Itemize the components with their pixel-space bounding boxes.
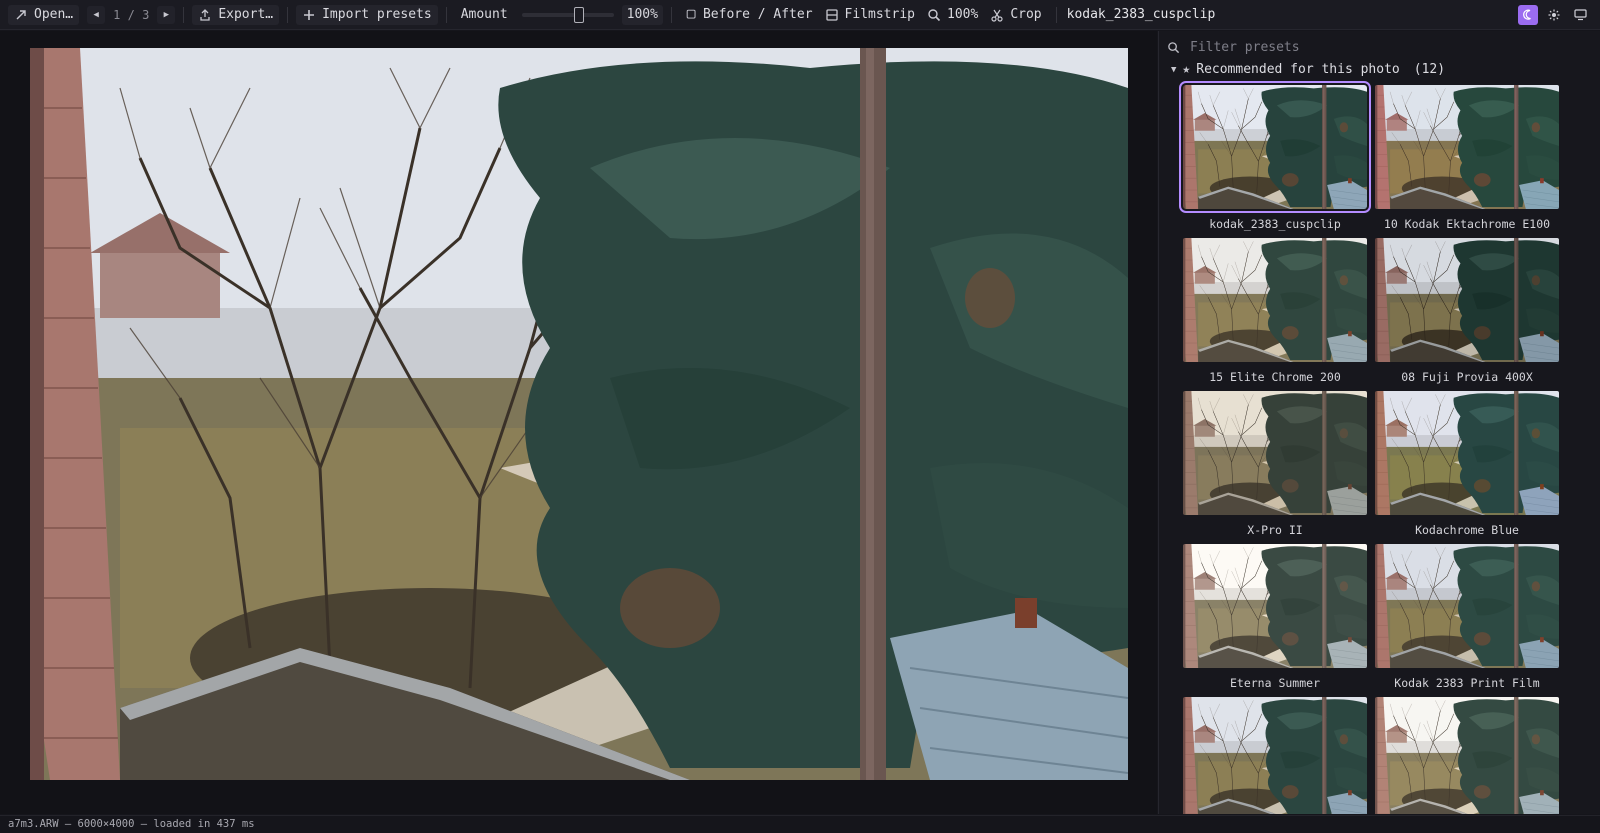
import-presets-button[interactable]: Import presets <box>296 4 438 25</box>
filter-presets-input[interactable]: Filter presets <box>1167 37 1567 57</box>
preset-tile[interactable]: 08 Fuji Provia 400X <box>1375 238 1559 384</box>
zoom-label: 100% <box>947 7 979 22</box>
filmstrip-toggle[interactable]: Filmstrip <box>819 5 921 25</box>
amount-label: Amount <box>460 7 508 22</box>
preset-label: 10 Kodak Ektachrome E100 <box>1383 217 1551 231</box>
preset-thumbnail[interactable] <box>1375 391 1559 515</box>
preset-label: Kodachrome Blue <box>1415 523 1519 537</box>
plus-icon <box>304 9 315 20</box>
section-title: Recommended for this photo <box>1196 62 1400 77</box>
status-bar: a7m3.ARW — 6000×4000 — loaded in 437 ms <box>0 815 1600 833</box>
preset-thumbnail[interactable] <box>1183 544 1367 668</box>
preset-tile[interactable]: X-Pro II <box>1183 391 1367 537</box>
recommended-section-header[interactable]: ▼ ★ Recommended for this photo (12) <box>1171 62 1445 77</box>
import-presets-label: Import presets <box>322 7 432 22</box>
before-after-label: Before / After <box>702 7 813 22</box>
crop-button[interactable]: Crop <box>984 5 1047 25</box>
window-controls <box>1518 5 1590 25</box>
crop-label: Crop <box>1010 7 1042 22</box>
export-label: Export… <box>218 7 274 22</box>
search-icon <box>1168 41 1180 53</box>
divider <box>670 6 672 23</box>
monitor-icon <box>1573 9 1587 21</box>
prev-page-button[interactable]: ◀ <box>87 5 106 24</box>
preset-thumbnail[interactable] <box>1183 238 1367 362</box>
preset-label: X-Pro II <box>1247 523 1303 537</box>
page-total: 3 <box>142 7 150 22</box>
preset-tile[interactable]: 15 Elite Chrome 200 <box>1183 238 1367 384</box>
preset-tile[interactable]: 10 Kodak Ektachrome E100 <box>1375 85 1559 231</box>
collapse-triangle-icon: ▼ <box>1171 64 1177 75</box>
preset-thumbnail[interactable] <box>1183 697 1367 814</box>
main-photo[interactable] <box>30 48 1128 780</box>
next-page-button[interactable]: ▶ <box>157 5 176 24</box>
display-button[interactable] <box>1570 5 1590 25</box>
export-button[interactable]: Export… <box>192 4 280 25</box>
preset-tile[interactable]: kodak_2383_cuspclip <box>1179 81 1371 231</box>
page-separator: / <box>127 7 135 22</box>
image-viewer[interactable] <box>0 31 1157 814</box>
amount-slider[interactable] <box>521 6 614 23</box>
preset-thumbnail[interactable] <box>1375 238 1559 362</box>
star-icon: ★ <box>1182 62 1191 77</box>
current-preset-name: kodak_2383_cuspclip <box>1066 7 1216 22</box>
preset-tile[interactable] <box>1375 697 1559 814</box>
preset-label: Kodak 2383 Print Film <box>1394 676 1540 690</box>
toolbar: Open… ◀ 1 / 3 ▶ Export… Import presets A… <box>0 0 1600 30</box>
amount-slider-handle[interactable] <box>573 6 584 23</box>
theme-sun-button[interactable] <box>1544 5 1564 25</box>
scissors-icon <box>991 9 1003 22</box>
preset-thumbnail[interactable] <box>1375 544 1559 668</box>
preset-label: kodak_2383_cuspclip <box>1209 217 1341 231</box>
sun-icon <box>1548 9 1560 21</box>
preset-thumbnail[interactable] <box>1375 697 1559 814</box>
photo-image <box>30 48 1128 780</box>
status-text: a7m3.ARW — 6000×4000 — loaded in 437 ms <box>8 818 255 830</box>
checkbox-icon <box>686 9 696 19</box>
open-button[interactable]: Open… <box>8 4 80 25</box>
preset-tile[interactable]: Kodachrome Blue <box>1375 391 1559 537</box>
preset-label: Eterna Summer <box>1229 676 1320 690</box>
divider <box>1055 6 1057 23</box>
filmstrip-label: Filmstrip <box>844 7 915 22</box>
preset-thumbnail[interactable] <box>1375 85 1559 209</box>
preset-label: 08 Fuji Provia 400X <box>1401 370 1533 384</box>
page-current: 1 <box>113 7 121 22</box>
zoom-button[interactable]: 100% <box>921 5 984 25</box>
filter-placeholder: Filter presets <box>1190 39 1300 55</box>
moon-icon <box>1523 9 1531 20</box>
divider <box>287 6 289 23</box>
preset-tile[interactable]: Eterna Summer <box>1183 544 1367 690</box>
presets-panel: Filter presets ▼ ★ Recommended for this … <box>1158 31 1600 814</box>
section-count: (12) <box>1413 62 1446 77</box>
amount-slider-track <box>521 12 614 17</box>
page-navigator: ◀ 1 / 3 ▶ <box>87 5 176 24</box>
open-icon <box>16 9 26 19</box>
preset-label: 15 Elite Chrome 200 <box>1209 370 1341 384</box>
divider <box>183 6 185 23</box>
open-label: Open… <box>34 7 74 22</box>
magnifier-icon <box>928 8 941 21</box>
preset-thumbnail[interactable] <box>1179 81 1371 213</box>
preset-thumbnail[interactable] <box>1183 391 1367 515</box>
theme-moon-button[interactable] <box>1518 5 1538 25</box>
filmstrip-icon <box>825 8 838 21</box>
before-after-toggle[interactable]: Before / After <box>680 5 819 25</box>
preset-tile[interactable] <box>1183 697 1367 814</box>
preset-tile[interactable]: Kodak 2383 Print Film <box>1375 544 1559 690</box>
amount-percent[interactable]: 100% <box>621 4 663 25</box>
export-icon <box>200 8 210 21</box>
divider <box>445 6 447 23</box>
